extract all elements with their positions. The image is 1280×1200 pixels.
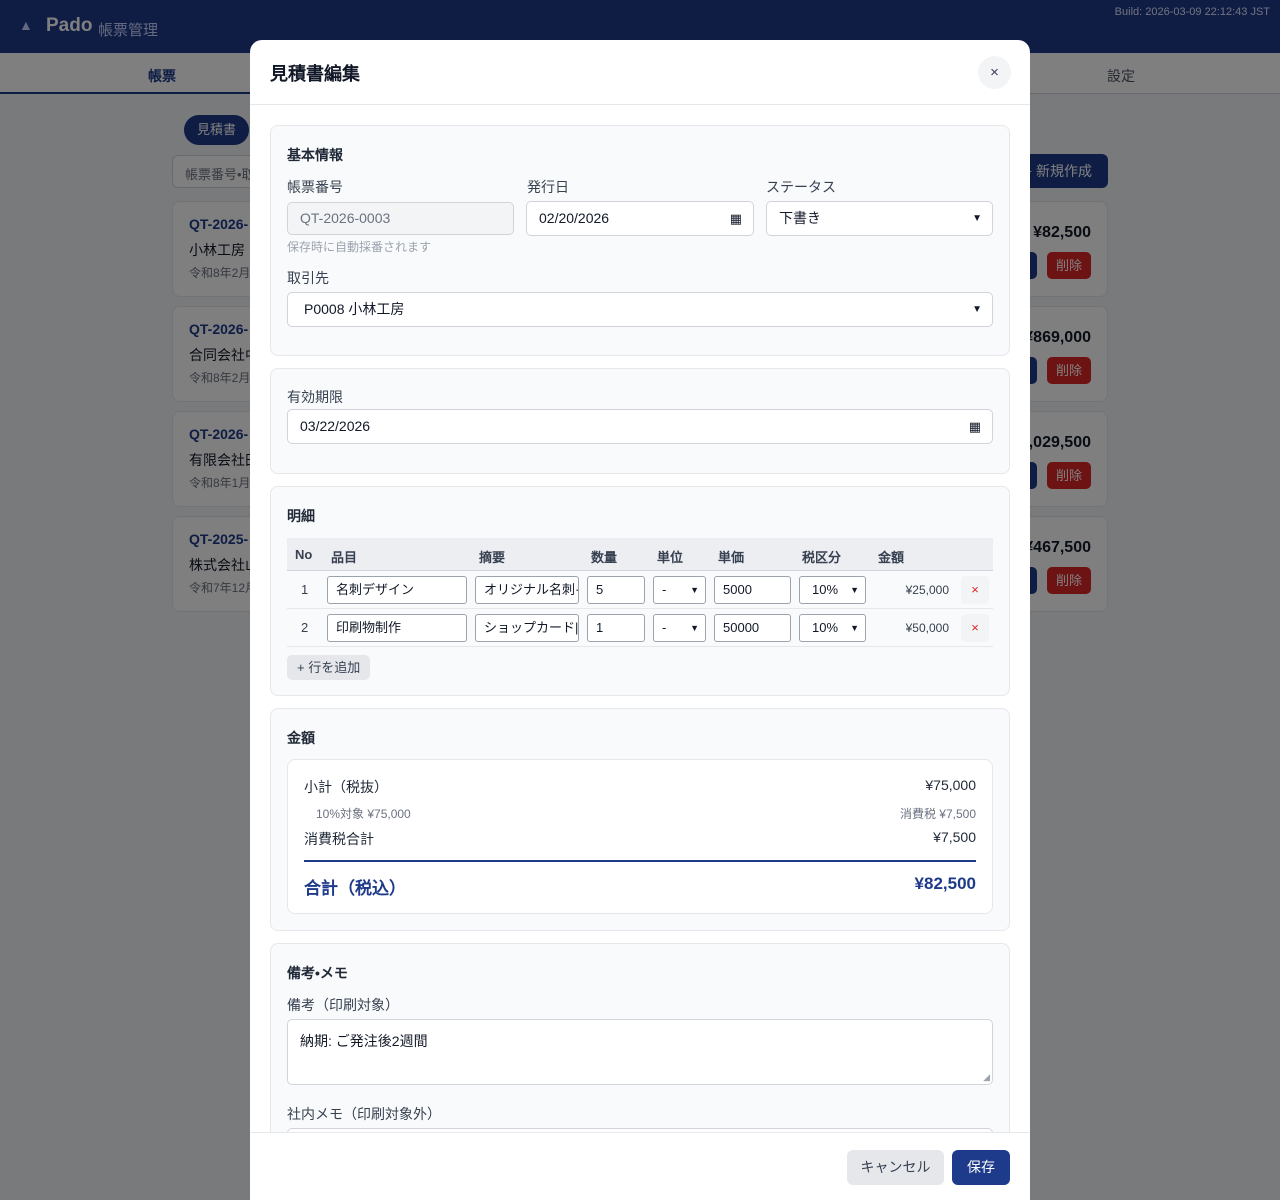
- modal-footer: キャンセル 保存: [250, 1132, 1030, 1200]
- issue-date-label: 発行日: [527, 179, 569, 195]
- doc-no-field: QT-2026-0003: [287, 202, 514, 235]
- table-row: 2 印刷物制作 ショップカード| 1 - ▼ 50000 10% ▼ ¥50,0…: [287, 609, 993, 647]
- tax-total-label: 消費税合計: [304, 831, 374, 847]
- column-header: 数量: [591, 550, 618, 565]
- item-name-input[interactable]: 名刺デザイン: [327, 576, 467, 604]
- tax-category-select[interactable]: 10% ▼: [799, 614, 866, 642]
- notes-section: 備考•メモ 備考（印刷対象） 納期: ご発注後2週間 ◢ 社内メモ（印刷対象外）: [270, 943, 1010, 1132]
- print-notes-label: 備考（印刷対象）: [287, 997, 399, 1013]
- cancel-button[interactable]: キャンセル: [847, 1150, 944, 1185]
- chevron-down-icon: ▼: [850, 623, 859, 633]
- totals-section: 金額 小計（税抜） ¥75,000 10%対象 ¥75,000 消費税 ¥7,5…: [270, 708, 1010, 931]
- issue-date-value: 02/20/2026: [539, 210, 610, 226]
- validity-section: 有効期限 03/22/2026 ▦: [270, 368, 1010, 474]
- grand-total-value: ¥82,500: [914, 874, 976, 893]
- quote-edit-modal: 見積書編集 × 基本情報 帳票番号 QT-2026-0003 保存時に自動採番さ…: [250, 40, 1030, 1200]
- internal-memo-label: 社内メモ（印刷対象外）: [287, 1106, 441, 1122]
- item-summary-input[interactable]: オリジナル名刺·: [475, 576, 579, 604]
- taxable-amount: 10%対象 ¥75,000: [316, 807, 411, 821]
- grand-total-label: 合計（税込）: [304, 879, 406, 898]
- client-label: 取引先: [287, 270, 329, 286]
- column-header: No: [295, 547, 313, 562]
- tax-category-value: 10%: [812, 582, 839, 597]
- item-name-input[interactable]: 印刷物制作: [327, 614, 467, 642]
- column-header: 品目: [331, 550, 358, 565]
- chevron-down-icon: ▼: [690, 585, 699, 595]
- add-row-button[interactable]: + 行を追加: [287, 655, 371, 680]
- column-header: 金額: [878, 550, 905, 565]
- modal-header: 見積書編集 ×: [250, 40, 1030, 105]
- column-header: 摘要: [479, 550, 506, 565]
- row-no: 2: [301, 620, 309, 635]
- status-select[interactable]: 下書き ▼: [766, 201, 993, 236]
- client-value: P0008 小林工房: [304, 301, 405, 317]
- unit-price-input[interactable]: 50000: [714, 614, 791, 642]
- resize-grip-icon[interactable]: ◢: [983, 1072, 990, 1083]
- table-row: 1 名刺デザイン オリジナル名刺· 5 - ▼ 5000 10% ▼ ¥25,0…: [287, 571, 993, 609]
- client-select[interactable]: P0008 小林工房 ▼: [287, 292, 993, 327]
- validity-label: 有効期限: [287, 389, 343, 405]
- status-label: ステータス: [766, 179, 836, 195]
- items-table-header: No 品目 摘要 数量 単位 単価 税区分 金額: [287, 538, 993, 571]
- quantity-input[interactable]: 1: [587, 614, 645, 642]
- column-header: 単位: [657, 550, 684, 565]
- quantity-input[interactable]: 5: [587, 576, 645, 604]
- subtotal-value: ¥75,000: [925, 777, 976, 793]
- chevron-down-icon: ▼: [972, 304, 982, 315]
- modal-title: 見積書編集: [270, 64, 360, 84]
- unit-value: -: [662, 620, 667, 635]
- section-title: 基本情報: [287, 147, 343, 163]
- section-title: 明細: [287, 508, 315, 524]
- validity-date-field[interactable]: 03/22/2026 ▦: [287, 409, 993, 444]
- delete-row-icon[interactable]: ×: [961, 576, 989, 604]
- modal-body[interactable]: 基本情報 帳票番号 QT-2026-0003 保存時に自動採番されます 発行日 …: [250, 105, 1030, 1132]
- column-header: 税区分: [802, 550, 842, 565]
- delete-row-icon[interactable]: ×: [961, 614, 989, 642]
- section-title: 金額: [287, 730, 315, 746]
- totals-box: 小計（税抜） ¥75,000 10%対象 ¥75,000 消費税 ¥7,500 …: [287, 759, 993, 914]
- unit-price-input[interactable]: 5000: [714, 576, 791, 604]
- chevron-down-icon: ▼: [972, 213, 982, 224]
- tax-category-value: 10%: [812, 620, 839, 635]
- close-icon[interactable]: ×: [978, 56, 1011, 89]
- section-title: 備考•メモ: [287, 965, 348, 981]
- chevron-down-icon: ▼: [850, 585, 859, 595]
- row-amount: ¥25,000: [905, 583, 949, 597]
- print-notes-value: 納期: ご発注後2週間: [300, 1033, 428, 1049]
- taxable-tax: 消費税 ¥7,500: [899, 807, 976, 821]
- calendar-icon[interactable]: ▦: [730, 202, 742, 235]
- subtotal-label: 小計（税抜）: [304, 779, 388, 795]
- line-items-section: 明細 No 品目 摘要 数量 単位 単価 税区分 金額 1 名刺デザイン オリジ…: [270, 486, 1010, 696]
- calendar-icon[interactable]: ▦: [969, 410, 981, 443]
- status-value: 下書き: [779, 210, 821, 226]
- issue-date-field[interactable]: 02/20/2026 ▦: [526, 201, 754, 236]
- unit-select[interactable]: - ▼: [653, 576, 706, 604]
- chevron-down-icon: ▼: [690, 623, 699, 633]
- basic-info-section: 基本情報 帳票番号 QT-2026-0003 保存時に自動採番されます 発行日 …: [270, 125, 1010, 356]
- doc-no-label: 帳票番号: [287, 179, 343, 195]
- validity-date-value: 03/22/2026: [300, 418, 371, 434]
- row-amount: ¥50,000: [905, 621, 949, 635]
- unit-select[interactable]: - ▼: [653, 614, 706, 642]
- print-notes-textarea[interactable]: 納期: ご発注後2週間 ◢: [287, 1019, 993, 1085]
- unit-value: -: [662, 582, 667, 597]
- item-summary-input[interactable]: ショップカード|: [475, 614, 579, 642]
- doc-no-hint: 保存時に自動採番されます: [287, 240, 432, 254]
- save-button[interactable]: 保存: [952, 1150, 1010, 1185]
- tax-total-value: ¥7,500: [933, 829, 976, 845]
- column-header: 単価: [718, 550, 745, 565]
- tax-category-select[interactable]: 10% ▼: [799, 576, 866, 604]
- row-no: 1: [301, 582, 309, 597]
- totals-divider: [304, 860, 976, 862]
